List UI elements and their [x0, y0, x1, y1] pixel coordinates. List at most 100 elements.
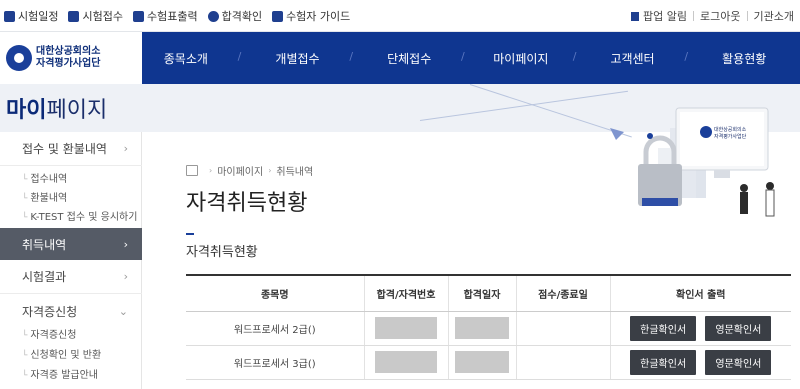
sidebar-sub-refund-history[interactable]: 환불내역: [22, 189, 67, 204]
col-header-course: 종목명: [186, 274, 364, 312]
person-body: [740, 192, 748, 214]
cell-pass-date: [447, 345, 516, 380]
sidebar-item-acquisition-history[interactable]: 취득내역 ›: [0, 228, 142, 260]
col-header-score: 점수/종료일: [515, 274, 610, 312]
korean-certificate-button[interactable]: 한글확인서: [630, 315, 697, 341]
cell-pass-date: [447, 311, 516, 346]
sidebar-sub-certificate-request[interactable]: 자격증신청: [22, 326, 76, 341]
cell-certificate-actions: 한글확인서 영문확인서: [609, 311, 791, 346]
security-illustration: 대한상공회의소 자격평가사업단: [610, 107, 775, 217]
section-subheading: 자격취득현황: [186, 245, 258, 260]
section-title-rest: 페이지: [46, 98, 108, 123]
title-accent-bar: [186, 233, 194, 235]
logo-line1: 대한상공회의소: [36, 46, 101, 57]
util-link-label: 합격확인: [221, 10, 263, 23]
paper-plane-icon: [610, 128, 624, 140]
cell-cert-number: [363, 311, 448, 346]
monitor-sign-line1: 대한상공회의소: [714, 126, 747, 133]
util-link-pass-check[interactable]: 합격확인: [207, 8, 263, 24]
acquisition-table: 종목명 합격/자격번호 합격일자 점수/종료일 확인서 출력 워드프로세서 2급…: [186, 274, 791, 380]
divider: [746, 11, 748, 21]
cell-score: [515, 345, 610, 380]
sidebar-sub-issuance-guide[interactable]: 자격증 발급안내: [22, 366, 98, 381]
chevron-right-icon: ›: [123, 142, 128, 155]
util-link-print-ticket[interactable]: 수험표출력: [132, 8, 198, 24]
nav-item-customer-center[interactable]: 고객센터: [573, 50, 689, 67]
person-icon: [766, 182, 774, 190]
sidebar-item-label: 자격증신청: [22, 304, 78, 319]
utility-bar: 시험일정 시험접수 수험표출력 합격확인 수험자 가이드 팝업 알림 로그아웃 …: [0, 0, 800, 32]
edit-icon: [68, 10, 80, 22]
util-link-exam-register[interactable]: 시험접수: [68, 8, 123, 24]
breadcrumb-arrow-icon: ›: [268, 166, 272, 175]
sidebar: 접수 및 환불내역 › 접수내역 환불내역 K-TEST 접수 및 응시하기 취득…: [0, 132, 142, 389]
util-link-guide[interactable]: 수험자 가이드: [272, 8, 350, 24]
calendar-icon: [4, 10, 15, 22]
col-header-cert-number: 합격/자격번호: [363, 274, 448, 312]
breadcrumb-current: 취득내역: [276, 167, 314, 178]
col-header-certificate-print: 확인서 출력: [609, 274, 791, 312]
util-link-exam-schedule[interactable]: 시험일정: [4, 8, 58, 24]
table-row: 워드프로세서 2급() 한글확인서 영문확인서: [186, 311, 791, 346]
monitor-stand: [714, 170, 730, 178]
breadcrumb-mypage[interactable]: 마이페이지: [217, 163, 263, 178]
table-row: 워드프로세서 3급() 한글확인서 영문확인서: [186, 345, 791, 380]
nav-item-group-register[interactable]: 단체접수: [349, 50, 465, 67]
nav-item-mypage[interactable]: 마이페이지: [461, 50, 577, 67]
logo-gear-icon: [700, 126, 712, 138]
section-title: 마이페이지: [6, 92, 107, 124]
sidebar-sub-request-confirm[interactable]: 신청확인 및 반환: [22, 346, 101, 361]
util-link-label: 수험표출력: [146, 10, 198, 23]
redacted-block: [455, 317, 509, 339]
popup-icon: [631, 11, 640, 21]
nav-item-course-info[interactable]: 종목소개: [130, 50, 242, 67]
util-link-label: 수험자 가이드: [286, 10, 351, 23]
cell-score: [515, 311, 610, 346]
nav-item-usage-status[interactable]: 활용현황: [684, 50, 800, 67]
sidebar-item-certificate-request[interactable]: 자격증신청 ⌄: [0, 294, 142, 328]
korean-certificate-button[interactable]: 한글확인서: [630, 349, 697, 375]
util-link-label: 시험접수: [82, 10, 123, 23]
sidebar-item-registration-refund[interactable]: 접수 및 환불내역 ›: [0, 132, 142, 166]
english-certificate-button[interactable]: 영문확인서: [705, 315, 772, 341]
cell-certificate-actions: 한글확인서 영문확인서: [609, 345, 791, 380]
main-nav: 종목소개 개별접수 단체접수 마이페이지 고객센터 활용현황: [130, 32, 800, 84]
site-logo[interactable]: 대한상공회의소 자격평가사업단: [0, 32, 142, 84]
sidebar-sub-ktest[interactable]: K-TEST 접수 및 응시하기: [22, 208, 137, 223]
person-icon: [207, 10, 219, 22]
cell-course-name: 워드프로세서 2급(): [186, 311, 364, 346]
person-body: [765, 189, 775, 217]
english-certificate-button[interactable]: 영문확인서: [705, 349, 772, 375]
sidebar-sub-registration-history[interactable]: 접수내역: [22, 170, 67, 185]
redacted-block: [455, 351, 509, 373]
monitor-sign-line2: 자격평가사업단: [714, 133, 747, 140]
logo-line2: 자격평가사업단: [36, 58, 101, 69]
cell-cert-number: [363, 345, 448, 380]
breadcrumb-arrow-icon: ›: [209, 166, 213, 175]
cell-course-name: 워드프로세서 3급(): [186, 345, 364, 380]
padlock-stripe: [642, 198, 678, 206]
table-header-row: 종목명 합격/자격번호 합격일자 점수/종료일 확인서 출력: [186, 274, 791, 312]
util-link-label: 시험일정: [18, 10, 59, 23]
chevron-right-icon: ›: [123, 237, 128, 251]
sidebar-item-exam-results[interactable]: 시험결과 ›: [0, 260, 142, 294]
nav-item-individual-register[interactable]: 개별접수: [238, 50, 354, 67]
dot-decoration: [647, 133, 653, 139]
about-link[interactable]: 기관소개: [754, 8, 794, 24]
divider: [693, 11, 695, 21]
person-icon: [740, 184, 748, 192]
chevron-down-icon: ⌄: [118, 304, 128, 318]
main-header: 대한상공회의소 자격평가사업단 종목소개 개별접수 단체접수 마이페이지 고객센…: [0, 32, 800, 84]
popup-alert-link[interactable]: 팝업 알림: [643, 8, 687, 24]
breadcrumb: › 마이페이지 › 취득내역: [186, 163, 313, 178]
ticket-icon: [132, 10, 144, 22]
home-icon[interactable]: [186, 165, 198, 176]
utility-links-left: 시험일정 시험접수 수험표출력 합격확인 수험자 가이드: [4, 8, 350, 24]
logout-link[interactable]: 로그아웃: [700, 8, 740, 24]
col-header-pass-date: 합격일자: [447, 274, 516, 312]
sidebar-item-label: 취득내역: [22, 237, 67, 252]
section-title-bold: 마이: [6, 98, 47, 123]
redacted-block: [375, 351, 437, 373]
chevron-right-icon: ›: [123, 270, 128, 283]
sidebar-item-label: 접수 및 환불내역: [22, 142, 107, 156]
